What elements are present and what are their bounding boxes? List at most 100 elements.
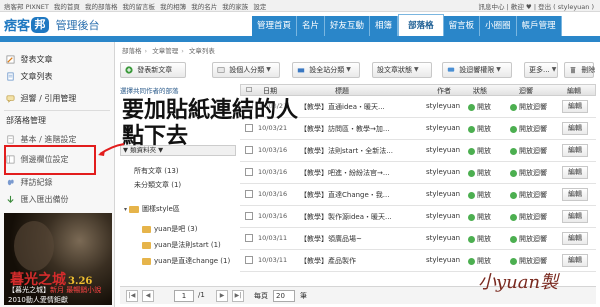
ad-figure: [14, 221, 54, 271]
row-checkbox[interactable]: [245, 168, 253, 176]
row-title[interactable]: 【教學】直通idea・暖天...: [300, 102, 420, 112]
status-dot-icon: [510, 169, 517, 177]
row-title[interactable]: 【教學】領廣品場~: [300, 234, 420, 244]
row-author: styleyuan: [426, 168, 461, 176]
tab-account[interactable]: 帳戶管理: [516, 16, 562, 36]
row-comment-status: 開放迴響: [510, 102, 547, 112]
status-dot-icon: [468, 257, 475, 265]
import-export-icon: [7, 195, 14, 203]
sidebar-section-title: 部落格管理: [6, 116, 46, 125]
folder-group[interactable]: ▾ 圖樣style區: [124, 204, 180, 214]
sidebar-item-visit-log[interactable]: 拜訪紀錄: [6, 177, 53, 189]
tab-friends[interactable]: 好友互動: [325, 16, 371, 36]
folder-all-posts[interactable]: 所有文章 (13): [134, 166, 179, 176]
row-status: 開放: [468, 190, 491, 200]
row-checkbox[interactable]: [245, 124, 253, 132]
collapse-icon[interactable]: ▾: [124, 206, 127, 213]
account-links[interactable]: 訊息中心 | 歡迎 ♥ | 登出 ( styleyuan ): [479, 1, 594, 11]
edit-button[interactable]: 編輯: [562, 210, 588, 223]
last-page-button[interactable]: ▶|: [232, 290, 244, 302]
row-title[interactable]: 【教學】產品製作: [300, 256, 420, 266]
edit-button[interactable]: 編輯: [562, 100, 588, 113]
author-signature: 小yuan製: [478, 272, 559, 293]
row-author: styleyuan: [426, 190, 461, 198]
row-date: 10/03/21: [258, 124, 288, 132]
row-date: 10/03/11: [258, 234, 288, 242]
sidebar-item-post-list[interactable]: 文章列表: [6, 71, 53, 83]
folder-uncategorized[interactable]: 未分類文章 (1): [134, 180, 181, 190]
edit-button[interactable]: 編輯: [562, 166, 588, 179]
site-link[interactable]: 痞客邦 PIXNET: [4, 3, 49, 11]
row-comment-status: 開放迴響: [510, 124, 547, 134]
category-icon: [217, 67, 225, 73]
first-page-button[interactable]: |◀: [126, 290, 138, 302]
status-dot-icon: [468, 235, 475, 243]
logo[interactable]: 痞客邦 管理後台: [4, 15, 100, 34]
row-checkbox[interactable]: [245, 234, 253, 242]
row-title[interactable]: 【教學】直達Change・我...: [300, 190, 420, 200]
per-page-select[interactable]: 20: [273, 290, 295, 302]
next-page-button[interactable]: ▶: [216, 290, 228, 302]
prev-page-button[interactable]: ◀: [142, 290, 154, 302]
row-checkbox[interactable]: [245, 190, 253, 198]
logo-text: 痞客: [4, 19, 31, 34]
tab-album[interactable]: 相簿: [370, 16, 399, 36]
status-button[interactable]: 設文章狀態 ▼: [372, 62, 432, 78]
row-checkbox[interactable]: [245, 146, 253, 154]
site-link[interactable]: 我的相簿: [160, 3, 186, 11]
site-link[interactable]: 我的留言板: [123, 3, 156, 11]
toolbar: 發表新文章 設個人分類 ▼ 設全站分類 ▼ 設文章狀態 ▼ 設迴響權限 ▼ 更多... ▼…: [120, 62, 596, 82]
tab-namecard[interactable]: 名片: [297, 16, 326, 36]
row-title[interactable]: 【教學】訪問區・教學→加...: [300, 124, 420, 134]
category-button[interactable]: 設個人分類 ▼: [212, 62, 280, 78]
tab-guestbook[interactable]: 留言板: [443, 16, 481, 36]
status-dot-icon: [468, 191, 475, 199]
site-link[interactable]: 我的部落格: [85, 3, 118, 11]
subfolder-item[interactable]: yuan是吧 (3): [142, 224, 197, 234]
edit-button[interactable]: 編輯: [562, 254, 588, 267]
delete-button[interactable]: 刪除: [564, 62, 595, 78]
site-link[interactable]: 我的名片: [191, 3, 217, 11]
edit-button[interactable]: 編輯: [562, 122, 588, 135]
row-title[interactable]: 【教學】製作源idea・暖天...: [300, 212, 420, 222]
sidebar-item-comments[interactable]: 迴響 / 引用管理: [6, 93, 76, 105]
per-page-unit: 筆: [300, 292, 307, 300]
page-input[interactable]: 1: [174, 290, 194, 302]
site-link[interactable]: 我的家族: [222, 3, 248, 11]
comment-icon: [447, 67, 455, 72]
row-status: 開放: [468, 102, 491, 112]
subfolder-item[interactable]: yuan是直達change (1): [142, 256, 230, 266]
new-post-button[interactable]: 發表新文章: [120, 62, 186, 78]
row-comment-status: 開放迴響: [510, 256, 547, 266]
trash-icon: [570, 67, 576, 74]
more-button[interactable]: 更多... ▼: [524, 62, 558, 78]
site-category-button[interactable]: 設全站分類 ▼: [292, 62, 360, 78]
highlight-box: [4, 145, 96, 175]
row-title[interactable]: 【教學】吧進・紛紛法官→...: [300, 168, 420, 178]
row-comment-status: 開放迴響: [510, 146, 547, 156]
edit-button[interactable]: 編輯: [562, 232, 588, 245]
row-date: 10/03/16: [258, 190, 288, 198]
ad-banner[interactable]: 暮光之城 3.26 【暮光之城】新月 最暢銷小說 2010動人愛情鉅獻: [4, 213, 112, 305]
row-checkbox[interactable]: [245, 212, 253, 220]
breadcrumb-item[interactable]: 部落格: [122, 47, 142, 55]
column-title: 標題: [335, 87, 349, 95]
tab-blog[interactable]: 部落格: [398, 14, 444, 36]
sidebar-item-backup[interactable]: 匯入匯出備份: [6, 194, 69, 206]
breadcrumb-item[interactable]: 文章管理: [152, 47, 178, 55]
edit-button[interactable]: 編輯: [562, 144, 588, 157]
row-author: styleyuan: [426, 212, 461, 220]
site-link[interactable]: 我的首頁: [54, 3, 80, 11]
plus-icon: [125, 66, 133, 74]
tab-home[interactable]: 管理首頁: [252, 16, 298, 36]
sidebar-item-new-post[interactable]: 發表文章: [6, 54, 53, 66]
site-link[interactable]: 設定: [253, 3, 266, 11]
row-title[interactable]: 【教學】法則start・全新法...: [300, 146, 420, 156]
column-edit: 編輯: [567, 87, 581, 95]
tab-circle[interactable]: 小圈圈: [480, 16, 517, 36]
status-dot-icon: [510, 125, 517, 133]
subfolder-item[interactable]: yuan是法則start (1): [142, 240, 221, 250]
row-checkbox[interactable]: [245, 256, 253, 264]
edit-button[interactable]: 編輯: [562, 188, 588, 201]
comment-permission-button[interactable]: 設迴響權限 ▼: [442, 62, 512, 78]
